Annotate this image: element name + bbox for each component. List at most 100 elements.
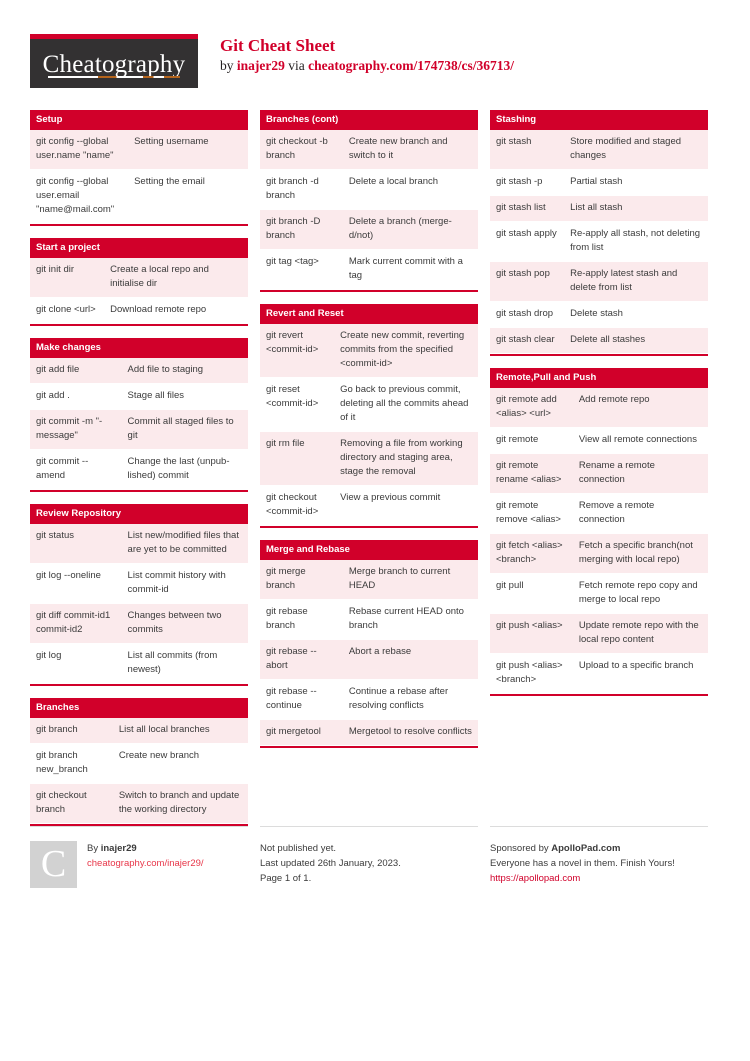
cell-command: git stash (496, 136, 532, 147)
cell-command: git checkout <commit-id> (266, 492, 319, 517)
column-2: Branches (cont) git checkout -b branch Cre… (260, 110, 478, 760)
cell-command: git stash clear (496, 334, 555, 345)
table-row: git log List all commits (from newest) (30, 644, 248, 684)
footer-sponsor-block: Sponsored by ApolloPad.com Everyone has … (490, 826, 708, 888)
last-updated: Last updated 26th January, 2023. (260, 858, 401, 869)
cell-description: Download remote repo (110, 304, 207, 315)
page-header: Cheatography Git Cheat Sheet by inajer29… (30, 0, 720, 96)
byline-author[interactable]: inajer29 (237, 58, 285, 73)
cell-command: git pull (496, 580, 524, 591)
cell-command: git branch (36, 724, 78, 735)
table-revert-and-reset: Revert and Reset git revert <commit-id> Cr… (260, 304, 478, 528)
cell-description: Delete a local branch (348, 176, 439, 187)
table-row: git rebase --abort Abort a rebase (260, 640, 478, 680)
sponsor-tagline: Everyone has a novel in them. Finish You… (490, 858, 675, 869)
cell-command: git config --global user.email "name@mai… (36, 176, 115, 215)
cheatsheet-page: Cheatography Git Cheat Sheet by inajer29… (0, 0, 750, 1061)
cell-command: git merge branch (266, 566, 306, 591)
cheatography-logo[interactable]: Cheatography (30, 34, 198, 88)
cell-description: Update remote repo with the local repo c… (578, 620, 699, 645)
cell-description: Add remote repo (578, 394, 650, 405)
cell-description: Store modified and staged changes (570, 136, 682, 161)
byline-prefix: by (220, 58, 237, 73)
footer-profile-link[interactable]: cheatography.com/inajer29/ (87, 856, 204, 871)
cell-command: git commit -m "-message" (36, 416, 103, 441)
cell-command: git fetch <al­ias> <branc­h> (496, 540, 563, 565)
table-row: git log --oneline List commit history wit… (30, 564, 248, 604)
cell-description: Removing a file from working directory a… (340, 438, 463, 477)
cell-description: View a previous commit (340, 492, 441, 503)
table-row: git branch List all local branches (30, 718, 248, 744)
cell-description: Delete all stashes (570, 334, 646, 345)
table-row: git stash list List all stash (490, 196, 708, 222)
table-row: git remote add <alias> <url> Add remote r… (490, 388, 708, 428)
cell-command: git config --global user.name "name" (36, 136, 114, 161)
cell-command: git commit --amend (36, 456, 89, 481)
cell-description: Rename a remote connection (578, 460, 655, 485)
cell-description: Re-apply all stash, not deleting from li… (570, 228, 701, 253)
avatar: C (30, 841, 77, 888)
byline-via: via (284, 58, 309, 73)
table-title: Review Repository (30, 504, 248, 524)
cell-command: git rebase --continue (266, 686, 317, 711)
table-review-repository: Review Repository git status List new/modi… (30, 504, 248, 686)
cell-description: Upload to a specific branch (578, 660, 694, 671)
table-row: git remote remove <al­ias> Remove a remot… (490, 494, 708, 534)
cell-description: Setting username (134, 136, 209, 147)
sponsor-link[interactable]: https://apollopad.com (490, 871, 708, 886)
cell-command: git diff commit-id1 commit-id2 (36, 610, 111, 635)
table-row: git init dir Create a local repo and init… (30, 258, 248, 298)
content-columns: Setup git config --global user.name "name… (30, 110, 720, 838)
table-row: git diff commit-id1 commit-id2 Changes be… (30, 604, 248, 644)
table-row: git rebase branch Rebase current HEAD ont… (260, 600, 478, 640)
page-number: Page 1 of 1. (260, 873, 312, 884)
cell-command: git reset <commit-id> (266, 384, 319, 409)
cell-command: git rebase --abort (266, 646, 317, 671)
table-title: Branches (30, 698, 248, 718)
cell-description: Commit all staged files to git (127, 416, 234, 441)
byline-source-url[interactable]: cheatography.com/174738/cs/36713/ (308, 58, 514, 73)
table-remote-pull-and-push: Remote,Pull and Push git remote add <alia… (490, 368, 708, 696)
table-title: Setup (30, 110, 248, 130)
footer-author-block: C By inajer29 cheatography.com/inajer29/ (30, 826, 248, 888)
table-row: git checkout branch Switch to branch and … (30, 784, 248, 824)
cell-description: Add file to staging (127, 364, 204, 375)
cell-command: git stash apply (496, 228, 557, 239)
sponsor-name[interactable]: ApolloPad.com (551, 843, 620, 854)
table-branches-cont: Branches (cont) git checkout -b branch Cre… (260, 110, 478, 292)
cell-description: Create new branch (118, 750, 200, 761)
table-row: git stash Store modified and staged chang… (490, 130, 708, 170)
table-stashing: Stashing git stash Store modified and stag… (490, 110, 708, 356)
cell-description: Create new commit, reverting commits fro… (340, 330, 465, 369)
cell-description: Delete stash (570, 308, 623, 319)
cell-command: git mergetool (266, 726, 321, 737)
cell-description: Switch to branch and update the working … (118, 790, 240, 815)
cell-command: git checkout -b branch (266, 136, 328, 161)
table-title: Merge and Rebase (260, 540, 478, 560)
table-row: git stash -p Partial stash (490, 170, 708, 196)
table-row: git reset <commit-id> Go back to previous… (260, 378, 478, 432)
footer-author-text: By inajer29 cheatography.com/inajer29/ (87, 841, 204, 871)
cell-command: git init dir (36, 264, 75, 275)
cell-description: List all stash (570, 202, 623, 213)
cell-command: git stash drop (496, 308, 554, 319)
table-make-changes: Make changes git add file Add file to stag… (30, 338, 248, 492)
cell-description: Fetch remote repo copy and merge to loca… (578, 580, 698, 605)
table-branches: Branches git branch List all local branche… (30, 698, 248, 826)
cell-command: git push <al­ias> <branc­h> (496, 660, 563, 685)
cell-description: Mergetool to resolve conflicts (348, 726, 472, 737)
cell-description: Continue a rebase after resolving confli… (348, 686, 449, 711)
sponsor-line: Sponsored by ApolloPad.com (490, 841, 708, 856)
table-row: git branch -d branch Delete a local branc… (260, 170, 478, 210)
table-row: git config --global user.name "name" Sett… (30, 130, 248, 170)
cell-description: Create new branch and switch to it (348, 136, 448, 161)
table-row: git status List new/modified files that a… (30, 524, 248, 564)
cell-description: Changes between two commits (127, 610, 222, 635)
table-row: git config --global user.email "name@mai… (30, 170, 248, 224)
table-row: git remote View all remote connec­tions (490, 428, 708, 454)
table-row: git checkout -b branch Create new branch … (260, 130, 478, 170)
table-title: Remote,Pull and Push (490, 368, 708, 388)
cell-description: Delete a branch (merge­d/not) (348, 216, 452, 241)
table-row: git fetch <al­ias> <branc­h> Fetch a spec… (490, 534, 708, 574)
cell-command: git remote (496, 434, 539, 445)
